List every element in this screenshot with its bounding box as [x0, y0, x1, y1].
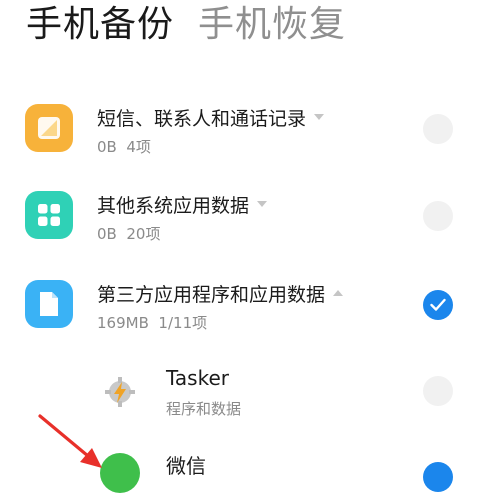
item-checkbox[interactable] — [423, 114, 453, 144]
item-checkbox[interactable] — [423, 376, 453, 406]
document-icon — [25, 280, 73, 328]
tab-backup[interactable]: 手机备份 — [26, 7, 174, 43]
chevron-up-icon[interactable] — [333, 289, 344, 296]
item-checkbox-checked[interactable] — [423, 290, 453, 320]
app-subtitle: 程序和数据 — [166, 400, 242, 418]
item-title: 其他系统应用数据 — [97, 191, 268, 218]
chevron-down-icon[interactable] — [257, 200, 268, 207]
item-title: 第三方应用程序和应用数据 — [97, 280, 344, 307]
backup-item-system-apps[interactable]: 其他系统应用数据 0B 20项 — [0, 183, 480, 253]
item-meta: 0B 20项 — [97, 225, 161, 243]
chevron-down-icon[interactable] — [314, 113, 325, 120]
grid-icon — [25, 191, 73, 239]
item-meta: 0B 4项 — [97, 138, 151, 156]
app-title: 微信 — [166, 454, 206, 478]
header-tabs: 手机备份 手机恢复 — [26, 2, 346, 48]
backup-item-sms-contacts[interactable]: 短信、联系人和通话记录 0B 4项 — [0, 96, 480, 166]
app-title: Tasker — [166, 366, 229, 390]
tasker-bolt-icon — [103, 375, 137, 409]
item-title: 短信、联系人和通话记录 — [97, 104, 325, 131]
tab-restore[interactable]: 手机恢复 — [198, 7, 346, 43]
message-icon — [25, 104, 73, 152]
checkmark-icon — [430, 298, 446, 311]
item-meta: 169MB 1/11项 — [97, 314, 208, 332]
backup-item-third-party-apps[interactable]: 第三方应用程序和应用数据 169MB 1/11项 — [0, 272, 480, 342]
item-checkbox[interactable] — [423, 201, 453, 231]
item-checkbox-checked[interactable] — [423, 462, 453, 492]
annotation-arrow-icon — [38, 414, 102, 468]
